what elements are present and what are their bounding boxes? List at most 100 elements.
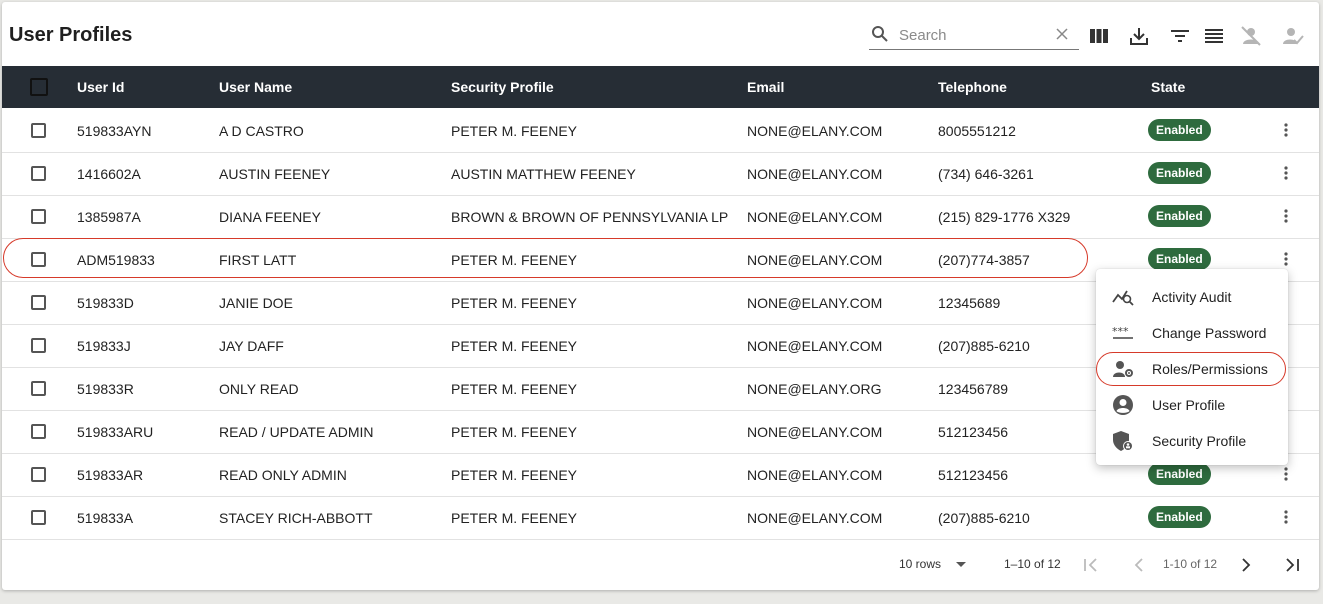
status-badge: Enabled [1148,463,1211,485]
email-cell: NONE@ELANY.COM [747,467,883,483]
user-name-cell: JANIE DOE [219,295,293,311]
row-checkbox[interactable] [31,295,46,310]
search-box[interactable] [869,21,1079,50]
table-row[interactable]: 519833A STACEY RICH-ABBOTT PETER M. FEENEY… [2,496,1319,540]
user-name-cell: DIANA FEENEY [219,209,321,225]
last-page-icon[interactable] [1283,556,1301,574]
enable-user-icon [1281,24,1305,48]
telephone-cell: 12345689 [938,295,1001,311]
column-header-email[interactable]: Email [747,79,784,95]
page-title: User Profiles [9,24,133,46]
user-id-cell: 519833A [77,510,134,526]
menu-item-change-password[interactable]: *** Change Password [1096,315,1288,351]
search-input[interactable] [897,23,1051,47]
download-icon[interactable] [1127,24,1151,48]
more-actions-icon[interactable] [1278,121,1294,139]
email-cell: NONE@ELANY.COM [747,295,883,311]
user-name-cell: READ ONLY ADMIN [219,467,347,483]
email-cell: NONE@ELANY.COM [747,424,883,440]
password-icon: *** [1112,323,1134,343]
column-header-state[interactable]: State [1151,79,1185,95]
user-id-cell: 519833AR [77,467,144,483]
table-row[interactable]: 1385987A DIANA FEENEY BROWN & BROWN OF PEN… [2,195,1319,239]
user-name-cell: JAY DAFF [219,338,284,354]
column-header-user-id[interactable]: User Id [77,79,124,95]
row-checkbox[interactable] [31,381,46,396]
menu-item-label: Activity Audit [1152,289,1232,305]
density-icon[interactable] [1202,24,1226,48]
telephone-cell: (207)885-6210 [938,510,1030,526]
user-profile-icon [1112,395,1134,415]
security-profile-cell: PETER M. FEENEY [451,123,578,139]
disable-user-icon [1239,24,1263,48]
security-profile-cell: AUSTIN MATTHEW FEENEY [451,166,636,182]
security-profile-cell: PETER M. FEENEY [451,424,578,440]
email-cell: NONE@ELANY.COM [747,510,883,526]
email-cell: NONE@ELANY.ORG [747,381,882,397]
telephone-cell: (215) 829-1776 X329 [938,209,1071,225]
user-id-cell: 1385987A [77,209,141,225]
menu-item-label: Change Password [1152,325,1267,341]
row-checkbox[interactable] [31,338,46,353]
email-cell: NONE@ELANY.COM [747,123,883,139]
telephone-cell: (734) 646-3261 [938,166,1034,182]
more-actions-icon[interactable] [1278,164,1294,182]
security-profile-cell: PETER M. FEENEY [451,510,578,526]
status-badge: Enabled [1148,205,1211,227]
telephone-cell: 8005551212 [938,123,1016,139]
more-actions-icon[interactable] [1278,465,1294,483]
column-header-telephone[interactable]: Telephone [938,79,1007,95]
row-checkbox[interactable] [31,424,46,439]
security-profile-cell: PETER M. FEENEY [451,295,578,311]
first-page-icon [1082,556,1100,574]
user-name-cell: ONLY READ [219,381,299,397]
telephone-cell: 123456789 [938,381,1009,397]
user-id-cell: 519833R [77,381,134,397]
security-profile-cell: PETER M. FEENEY [451,338,578,354]
rows-per-page-select[interactable]: 10 rows [899,557,941,571]
user-id-cell: 519833D [77,295,134,311]
column-header-user-name[interactable]: User Name [219,79,292,95]
user-name-cell: READ / UPDATE ADMIN [219,424,374,440]
telephone-cell: 512123456 [938,467,1009,483]
status-badge: Enabled [1148,162,1211,184]
menu-item-activity-audit[interactable]: Activity Audit [1096,279,1288,315]
row-checkbox[interactable] [31,209,46,224]
telephone-cell: (207)885-6210 [938,338,1030,354]
status-badge: Enabled [1148,119,1211,141]
columns-icon[interactable] [1087,24,1111,48]
row-checkbox[interactable] [31,467,46,482]
row-checkbox[interactable] [31,166,46,181]
menu-item-label: Security Profile [1152,433,1247,449]
security-profile-cell: BROWN & BROWN OF PENNSYLVANIA LP [451,209,729,225]
row-highlight-annotation [3,238,1088,278]
more-actions-icon[interactable] [1278,207,1294,225]
email-cell: NONE@ELANY.COM [747,209,883,225]
row-checkbox[interactable] [31,510,46,525]
table-row[interactable]: 1416602A AUSTIN FEENEY AUSTIN MATTHEW FEEN… [2,152,1319,196]
clear-search-icon[interactable] [1055,27,1069,46]
table-header: User Id User Name Security Profile Email… [2,66,1319,108]
user-profiles-card: User Profiles User Id User Name Security… [2,2,1319,590]
previous-page-icon [1130,556,1148,574]
menu-item-security-profile[interactable]: Security Profile [1096,423,1288,459]
svg-text:***: *** [1112,326,1129,338]
telephone-cell: 512123456 [938,424,1009,440]
column-header-security-profile[interactable]: Security Profile [451,79,554,95]
pagination-range: 1–10 of 12 [1004,557,1061,571]
search-icon [871,25,889,48]
user-name-cell: AUSTIN FEENEY [219,166,331,182]
menu-item-label: User Profile [1152,397,1226,413]
table-row[interactable]: 519833AYN A D CASTRO PETER M. FEENEY NONE@E… [2,109,1319,153]
more-actions-icon[interactable] [1278,250,1294,268]
email-cell: NONE@ELANY.COM [747,166,883,182]
chevron-down-icon[interactable] [952,556,970,574]
menu-item-user-profile[interactable]: User Profile [1096,387,1288,423]
select-all-checkbox[interactable] [30,78,48,96]
more-actions-icon[interactable] [1278,508,1294,526]
status-badge: Enabled [1148,506,1211,528]
filter-icon[interactable] [1168,24,1192,48]
next-page-icon[interactable] [1237,556,1255,574]
user-id-cell: 1416602A [77,166,141,182]
row-checkbox[interactable] [31,123,46,138]
